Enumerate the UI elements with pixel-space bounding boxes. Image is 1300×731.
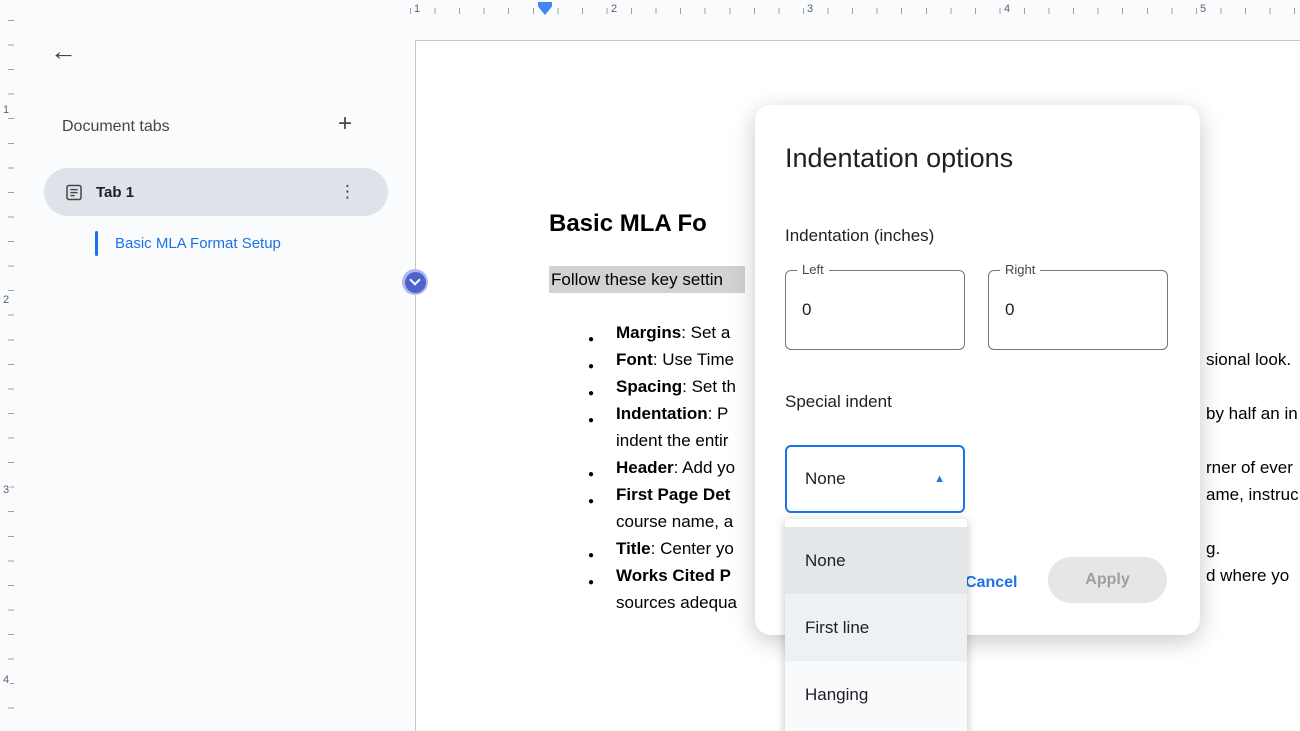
- bullet-text: : Center yo: [651, 539, 734, 558]
- bullet-text: : P: [708, 404, 729, 423]
- highlighted-text: Follow these key settin: [549, 266, 745, 293]
- ruler-label: 4: [1001, 3, 1013, 15]
- menu-option-first-line[interactable]: First line: [785, 594, 967, 661]
- bullet-lead: Margins: [616, 323, 681, 342]
- bullet-text: : Set th: [682, 377, 736, 396]
- ruler-ticks: [8, 20, 14, 731]
- google-docs-window: 1 2 3 4 5 1 2 3 4 ← Document tabs + Tab …: [0, 0, 1300, 731]
- bullet-text: : Add yo: [674, 458, 735, 477]
- indentation-section-label: Indentation (inches): [785, 226, 934, 246]
- clipped-text-fragment: d where yo: [1206, 563, 1289, 588]
- ruler-label: 2: [608, 3, 620, 15]
- continuation-line: sources adequa: [616, 590, 737, 615]
- right-field-label: Right: [1000, 262, 1040, 277]
- right-indent-input[interactable]: [989, 271, 1167, 349]
- bullet-lead: Indentation: [616, 404, 708, 423]
- back-button[interactable]: ←: [50, 38, 77, 65]
- bullet-lead: First Page Det: [616, 485, 730, 504]
- collapse-chevron-badge[interactable]: [402, 269, 428, 295]
- clipped-text-fragment: by half an in: [1206, 401, 1298, 426]
- left-field-label: Left: [797, 262, 829, 277]
- clipped-text-fragment: rner of ever: [1206, 455, 1293, 480]
- special-indent-menu: None First line Hanging: [785, 519, 967, 731]
- left-indent-field[interactable]: Left: [785, 270, 965, 350]
- document-heading: Basic MLA Fo: [549, 210, 707, 238]
- intro-paragraph: Follow these key settin: [549, 270, 745, 290]
- bullet-text: sources adequa: [616, 593, 737, 612]
- bullet-line: Title: Center yo g.: [616, 536, 734, 561]
- special-indent-dropdown[interactable]: None ▲: [785, 445, 965, 513]
- tab-options-kebab-icon[interactable]: ⋮: [339, 182, 356, 202]
- apply-button[interactable]: Apply: [1048, 557, 1167, 603]
- horizontal-ruler[interactable]: 1 2 3 4 5: [410, 0, 1300, 20]
- special-indent-section-label: Special indent: [785, 392, 892, 412]
- chevron-down-icon: [405, 272, 426, 293]
- bullet-line: First Page Det ame, instruc: [616, 482, 730, 507]
- vertical-ruler[interactable]: 1 2 3 4: [0, 20, 20, 731]
- continuation-line: course name, a: [616, 509, 733, 534]
- bullet-lead: Works Cited P: [616, 566, 731, 585]
- document-icon: [66, 184, 82, 201]
- clipped-text-fragment: sional look.: [1206, 347, 1291, 372]
- right-indent-field[interactable]: Right: [988, 270, 1168, 350]
- ruler-label: 4: [2, 672, 10, 688]
- left-indent-input[interactable]: [786, 271, 964, 349]
- caret-up-icon: ▲: [934, 473, 945, 485]
- bullet-text: course name, a: [616, 512, 733, 531]
- ruler-label: 3: [2, 482, 10, 498]
- ruler-label: 3: [804, 3, 816, 15]
- menu-option-hanging[interactable]: Hanging: [785, 661, 967, 728]
- ruler-label: 1: [411, 3, 423, 15]
- bullet-line: Font: Use Time sional look.: [616, 347, 734, 372]
- bullet-line: Indentation: P by half an in: [616, 401, 728, 426]
- clipped-text-fragment: ame, instruc: [1206, 482, 1299, 507]
- add-tab-button[interactable]: +: [338, 112, 352, 136]
- bullet-line: Works Cited P d where yo: [616, 563, 731, 588]
- ruler-label: 2: [2, 292, 10, 308]
- bullet-lead: Title: [616, 539, 651, 558]
- bullet-text: : Use Time: [653, 350, 734, 369]
- bullet-line: Margins: Set a: [616, 320, 730, 345]
- ruler-label: 5: [1197, 3, 1209, 15]
- outline-active-bar: [95, 231, 98, 256]
- menu-option-none[interactable]: None: [785, 527, 967, 594]
- bullet-line: Header: Add yo rner of ever: [616, 455, 735, 480]
- document-tabs-title: Document tabs: [62, 118, 170, 136]
- bullet-line: Spacing: Set th: [616, 374, 736, 399]
- tab-label: Tab 1: [96, 184, 134, 201]
- bullet-lead: Font: [616, 350, 653, 369]
- bullet-text: indent the entir: [616, 431, 728, 450]
- outline-item-basic-mla[interactable]: Basic MLA Format Setup: [95, 231, 281, 256]
- outline-label: Basic MLA Format Setup: [115, 235, 281, 252]
- bullet-lead: Header: [616, 458, 674, 477]
- ruler-label: 1: [2, 102, 10, 118]
- continuation-line: indent the entir: [616, 428, 728, 453]
- bullet-lead: Spacing: [616, 377, 682, 396]
- clipped-text-fragment: g.: [1206, 536, 1220, 561]
- dialog-title: Indentation options: [785, 143, 1013, 174]
- tab-item-tab1[interactable]: Tab 1 ⋮: [44, 168, 388, 216]
- dropdown-selected-value: None: [805, 469, 846, 489]
- bullet-text: : Set a: [681, 323, 730, 342]
